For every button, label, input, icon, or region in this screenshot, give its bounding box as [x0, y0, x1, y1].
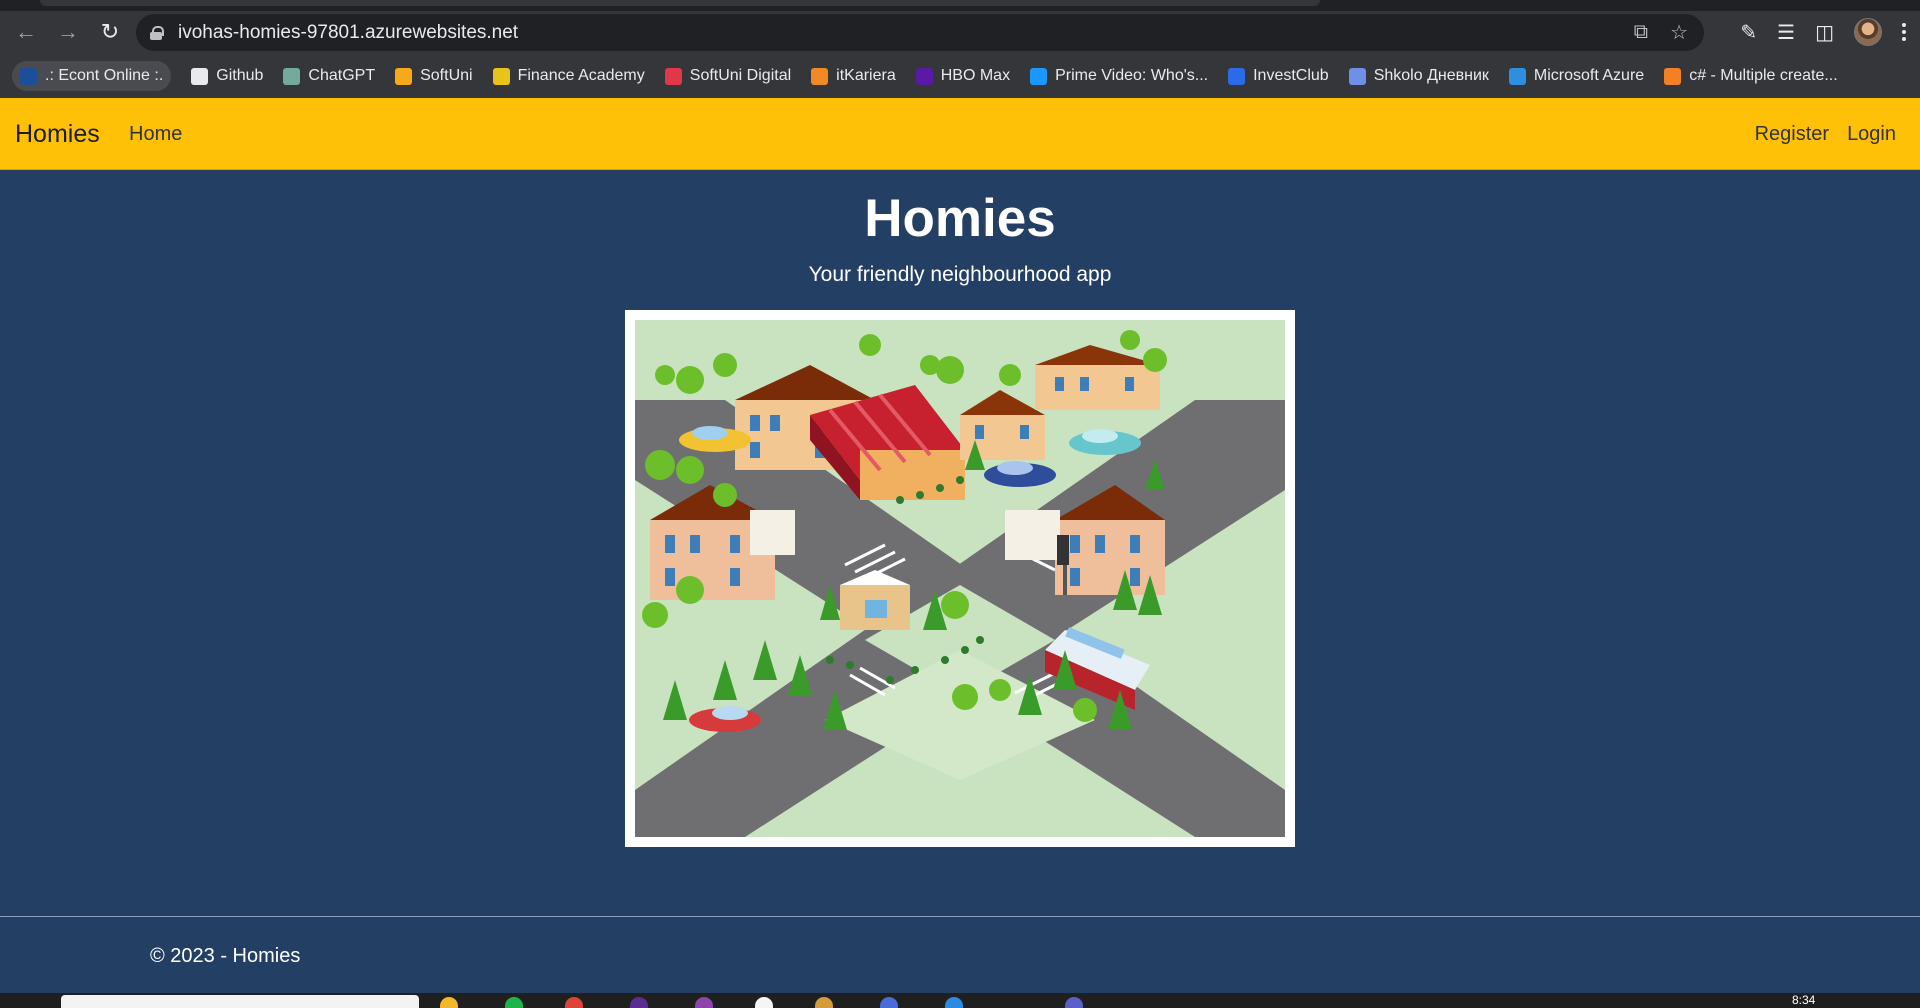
bookmark-label: itKariera — [836, 67, 896, 84]
bookmark-item[interactable]: ChatGPT — [283, 61, 375, 91]
bookmark-item[interactable]: SoftUni Digital — [664, 61, 792, 91]
github-icon — [191, 67, 209, 85]
taskbar-clock[interactable]: 8:34 — [1792, 993, 1815, 1007]
page-subtitle: Your friendly neighbourhood app — [808, 263, 1112, 286]
investclub-icon — [1228, 67, 1246, 85]
active-tab[interactable] — [40, 0, 1320, 6]
discord-icon[interactable] — [880, 997, 898, 1008]
menu-kebab-icon[interactable] — [1902, 23, 1906, 41]
prime-video-icon — [1030, 67, 1048, 85]
bookmark-item[interactable]: Prime Video: Who's... — [1030, 61, 1208, 91]
softuni-digital-icon — [664, 67, 682, 85]
hero-image — [625, 310, 1295, 847]
bookmark-item[interactable]: Shkolo Дневник — [1348, 61, 1489, 91]
econt-icon — [20, 67, 37, 85]
bookmark-star-icon[interactable]: ☆ — [1670, 20, 1688, 45]
bookmark-label: Github — [216, 67, 264, 84]
app-icon[interactable] — [815, 997, 833, 1008]
finance-academy-icon — [492, 67, 510, 85]
bookmark-item[interactable]: Finance Academy — [492, 61, 645, 91]
file-explorer-icon[interactable] — [440, 997, 458, 1008]
reload-icon[interactable]: ↻ — [94, 16, 126, 48]
bookmark-label: ChatGPT — [308, 67, 376, 84]
footer-copyright: © 2023 - Homies — [150, 945, 301, 967]
share-icon[interactable]: ⧉ — [1634, 21, 1648, 44]
side-panel-icon[interactable]: ◫ — [1815, 20, 1834, 45]
lock-icon[interactable] — [150, 25, 164, 40]
bookmark-label: SoftUni — [420, 67, 473, 84]
bookmarks-bar: .: Econt Online :. Github ChatGPT SoftUni Fi… — [0, 58, 1920, 94]
chrome-icon[interactable] — [565, 997, 583, 1008]
bookmark-label: InvestClub — [1253, 67, 1329, 84]
itkariera-icon — [811, 67, 829, 85]
page-title: Homies — [864, 189, 1056, 248]
tab-strip — [0, 0, 1920, 11]
azure-icon — [1508, 67, 1526, 85]
url-text[interactable]: ivohas-homies-97801.azurewebsites.net — [178, 22, 518, 44]
bookmark-label: Prime Video: Who's... — [1055, 67, 1209, 84]
github-desktop-icon[interactable] — [755, 997, 773, 1008]
bookmark-label: Finance Academy — [517, 67, 645, 84]
nav-link-home[interactable]: Home — [129, 98, 182, 170]
browser-toolbar: ← → ↻ ivohas-homies-97801.azurewebsites.… — [0, 11, 1920, 53]
bookmark-item[interactable]: HBO Max — [915, 61, 1011, 91]
bookmark-label: c# - Multiple create... — [1689, 67, 1838, 84]
nav-link-login[interactable]: Login — [1847, 123, 1896, 146]
bookmark-label: .: Econt Online :. — [45, 67, 164, 84]
media-playlist-icon[interactable]: ☰ — [1777, 20, 1795, 45]
extensions-puzzle-icon[interactable]: ✎ — [1740, 20, 1757, 45]
bookmark-item[interactable]: Microsoft Azure — [1508, 61, 1645, 91]
taskbar-search-box[interactable] — [61, 995, 419, 1008]
profile-avatar[interactable] — [1854, 18, 1882, 46]
back-arrow-icon[interactable]: ← — [10, 16, 42, 48]
bookmark-item[interactable]: c# - Multiple create... — [1664, 61, 1838, 91]
bookmark-item[interactable]: itKariera — [811, 61, 896, 91]
app-icon[interactable] — [695, 997, 713, 1008]
spotify-icon[interactable] — [505, 997, 523, 1008]
neighbourhood-illustration — [635, 320, 1285, 837]
bookmark-label: Shkolo Дневник — [1373, 67, 1489, 84]
bookmark-label: SoftUni Digital — [689, 67, 792, 84]
bookmark-item[interactable]: SoftUni — [395, 61, 473, 91]
shkolo-icon — [1348, 67, 1366, 85]
bookmark-label: HBO Max — [940, 67, 1011, 84]
visual-studio-icon[interactable] — [630, 997, 648, 1008]
hbo-max-icon — [915, 67, 933, 85]
chatgpt-icon — [283, 67, 301, 85]
bookmark-item[interactable]: InvestClub — [1228, 61, 1329, 91]
softuni-icon — [395, 67, 413, 85]
browser-chrome: ← → ↻ ivohas-homies-97801.azurewebsites.… — [0, 0, 1920, 98]
bookmark-label: Microsoft Azure — [1533, 67, 1645, 84]
forward-arrow-icon[interactable]: → — [52, 16, 84, 48]
teams-icon[interactable] — [1065, 997, 1083, 1008]
vscode-icon[interactable] — [945, 997, 963, 1008]
stackoverflow-icon — [1664, 67, 1682, 85]
navbar-brand[interactable]: Homies — [15, 98, 100, 170]
address-bar[interactable]: ivohas-homies-97801.azurewebsites.net ⧉ … — [136, 14, 1704, 51]
nav-link-register[interactable]: Register — [1755, 123, 1829, 146]
os-taskbar: 8:34 — [0, 993, 1920, 1008]
site-navbar: Homies Home Register Login — [0, 98, 1920, 170]
footer-divider — [0, 916, 1920, 917]
bookmark-item[interactable]: .: Econt Online :. — [12, 61, 172, 91]
bookmark-item[interactable]: Github — [191, 61, 263, 91]
